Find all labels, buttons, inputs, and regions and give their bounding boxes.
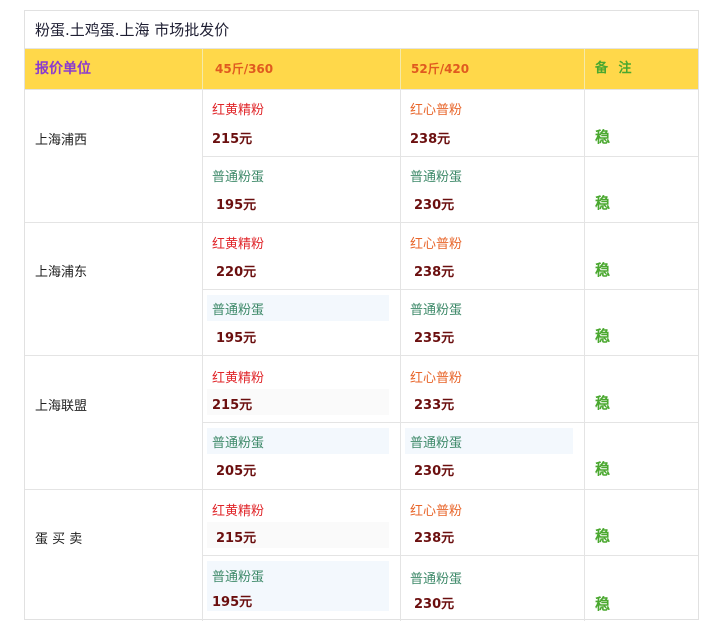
header-quoter: 报价单位 [35, 61, 91, 77]
row-divider [202, 156, 698, 157]
product-name: 红心普粉 [410, 103, 463, 118]
product-name: 普通粉蛋 [212, 170, 265, 185]
row-divider [202, 422, 698, 423]
product-name: 普通粉蛋 [212, 570, 265, 585]
note-value: 稳 [595, 527, 611, 545]
location-label: 上海浦东 [35, 265, 88, 280]
header-45jin: 45斤/360 [202, 49, 400, 89]
price-value: 195元 [216, 331, 257, 346]
price-value: 205元 [216, 464, 257, 479]
product-name: 普通粉蛋 [410, 170, 463, 185]
note-value: 稳 [595, 128, 611, 146]
product-name: 红心普粉 [410, 504, 463, 519]
price-value: 230元 [414, 198, 455, 213]
price-value: 220元 [216, 265, 257, 280]
row-divider [202, 289, 698, 290]
row-divider [25, 222, 698, 223]
price-value: 215元 [212, 132, 253, 147]
header-note: 备 注 [584, 49, 698, 89]
row-divider [202, 555, 698, 556]
product-name: 普通粉蛋 [410, 303, 463, 318]
price-value: 230元 [414, 464, 455, 479]
product-name: 红黄精粉 [212, 371, 265, 386]
location-label: 蛋 买 卖 [35, 532, 83, 547]
product-name: 普通粉蛋 [212, 303, 265, 318]
price-value: 215元 [212, 398, 253, 413]
price-table: 粉蛋.土鸡蛋.上海 市场批发价 报价单位 45斤/360 52斤/420 备 注… [24, 10, 699, 621]
price-value: 230元 [414, 597, 455, 612]
location-label: 上海浦西 [35, 133, 88, 148]
price-value: 233元 [414, 398, 455, 413]
note-value: 稳 [595, 460, 611, 478]
row-divider [25, 489, 698, 490]
product-name: 红黄精粉 [212, 237, 265, 252]
product-name: 普通粉蛋 [212, 436, 265, 451]
product-name: 红黄精粉 [212, 504, 265, 519]
location-label: 上海联盟 [35, 399, 88, 414]
product-name: 普通粉蛋 [410, 572, 463, 587]
product-name: 红心普粉 [410, 237, 463, 252]
header-52jin: 52斤/420 [400, 49, 584, 89]
product-name: 红心普粉 [410, 371, 463, 386]
product-name: 红黄精粉 [212, 103, 265, 118]
price-value: 235元 [414, 331, 455, 346]
price-value: 195元 [212, 595, 253, 610]
table-title: 粉蛋.土鸡蛋.上海 市场批发价 [25, 11, 698, 49]
row-divider [25, 89, 698, 90]
row-divider [25, 355, 698, 356]
note-value: 稳 [595, 194, 611, 212]
note-value: 稳 [595, 595, 611, 613]
price-value: 215元 [216, 531, 257, 546]
price-value: 238元 [414, 531, 455, 546]
price-value: 238元 [414, 265, 455, 280]
price-value: 195元 [216, 198, 257, 213]
note-value: 稳 [595, 261, 611, 279]
header-row: 报价单位 45斤/360 52斤/420 备 注 [25, 49, 698, 89]
note-value: 稳 [595, 394, 611, 412]
product-name: 普通粉蛋 [410, 436, 463, 451]
price-value: 238元 [410, 132, 451, 147]
note-value: 稳 [595, 327, 611, 345]
